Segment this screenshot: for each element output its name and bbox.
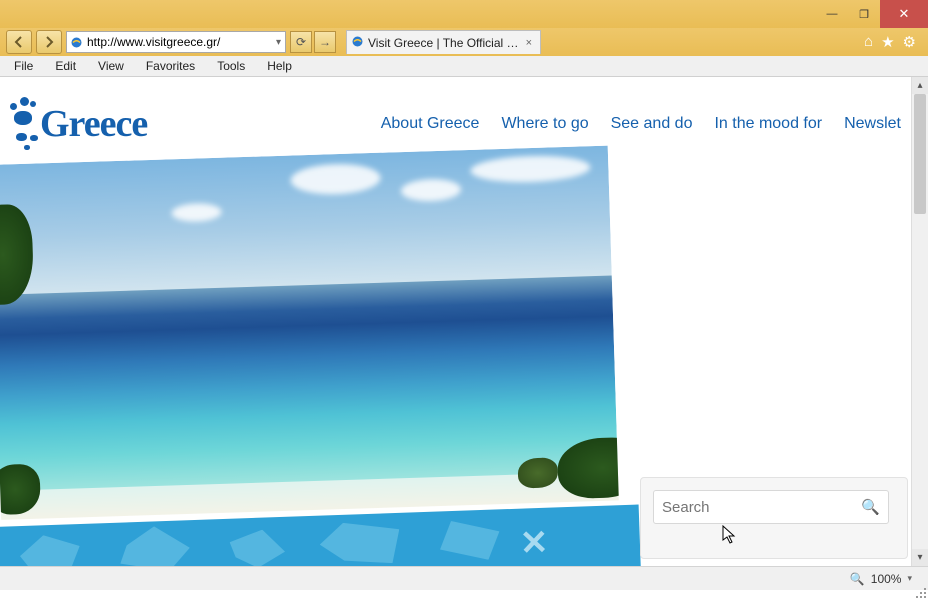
scroll-down-button[interactable]: ▾	[912, 549, 928, 566]
ie-favicon-icon	[67, 36, 85, 49]
browser-tab[interactable]: Visit Greece | The Official w... ×	[346, 30, 541, 54]
scroll-thumb[interactable]	[914, 94, 926, 214]
vertical-scrollbar[interactable]: ▴ ▾	[911, 77, 928, 566]
menu-help[interactable]: Help	[257, 57, 302, 75]
menu-file[interactable]: File	[4, 57, 43, 75]
menu-bar: File Edit View Favorites Tools Help	[0, 56, 928, 77]
ie-tab-icon	[351, 35, 364, 51]
scroll-up-button[interactable]: ▴	[912, 77, 928, 94]
search-box[interactable]: 🔍	[653, 490, 889, 524]
logo-text: Greece	[40, 102, 147, 146]
minimize-button[interactable]: —	[816, 0, 848, 28]
maximize-button[interactable]: ❐	[848, 0, 880, 28]
address-bar[interactable]: ▾	[66, 31, 286, 53]
close-button[interactable]: ✕	[880, 0, 928, 28]
tools-icon[interactable]: ⚙	[903, 33, 916, 51]
site-logo[interactable]: Greece	[6, 95, 147, 153]
nav-about-greece[interactable]: About Greece	[381, 115, 480, 133]
resize-grip[interactable]	[914, 586, 926, 598]
refresh-button[interactable]: ⟳	[290, 31, 312, 53]
nav-in-the-mood-for[interactable]: In the mood for	[714, 115, 822, 133]
search-icon[interactable]: 🔍	[861, 498, 880, 516]
search-input[interactable]	[662, 499, 861, 516]
logo-dots-icon	[6, 95, 40, 153]
site-nav: About Greece Where to go See and do In t…	[381, 115, 901, 133]
menu-tools[interactable]: Tools	[207, 57, 255, 75]
forward-button[interactable]	[36, 30, 62, 54]
window-titlebar: — ❐ ✕	[0, 0, 928, 28]
tab-title: Visit Greece | The Official w...	[368, 36, 520, 50]
hero-image	[0, 146, 619, 535]
menu-view[interactable]: View	[88, 57, 134, 75]
site-header: Greece About Greece Where to go See and …	[0, 77, 911, 159]
zoom-level[interactable]: 100%	[871, 572, 902, 586]
nav-newsletter[interactable]: Newslet	[844, 115, 901, 133]
home-icon[interactable]: ⌂	[864, 33, 873, 51]
zoom-dropdown[interactable]: ▾	[907, 573, 912, 584]
go-button[interactable]: →	[314, 31, 336, 53]
page-viewport: Greece About Greece Where to go See and …	[0, 77, 928, 566]
browser-navbar: ▾ ⟳ → Visit Greece | The Official w... ×…	[0, 28, 928, 56]
tab-close-button[interactable]: ×	[524, 37, 534, 49]
zoom-icon[interactable]: 🔍	[850, 572, 865, 586]
favorites-icon[interactable]: ★	[881, 33, 894, 51]
search-panel: 🔍	[640, 477, 908, 559]
url-dropdown[interactable]: ▾	[272, 37, 285, 48]
url-input[interactable]	[85, 32, 272, 52]
menu-favorites[interactable]: Favorites	[136, 57, 205, 75]
back-button[interactable]	[6, 30, 32, 54]
menu-edit[interactable]: Edit	[45, 57, 86, 75]
nav-see-and-do[interactable]: See and do	[611, 115, 693, 133]
nav-where-to-go[interactable]: Where to go	[501, 115, 588, 133]
status-bar: 🔍 100% ▾	[0, 566, 928, 590]
